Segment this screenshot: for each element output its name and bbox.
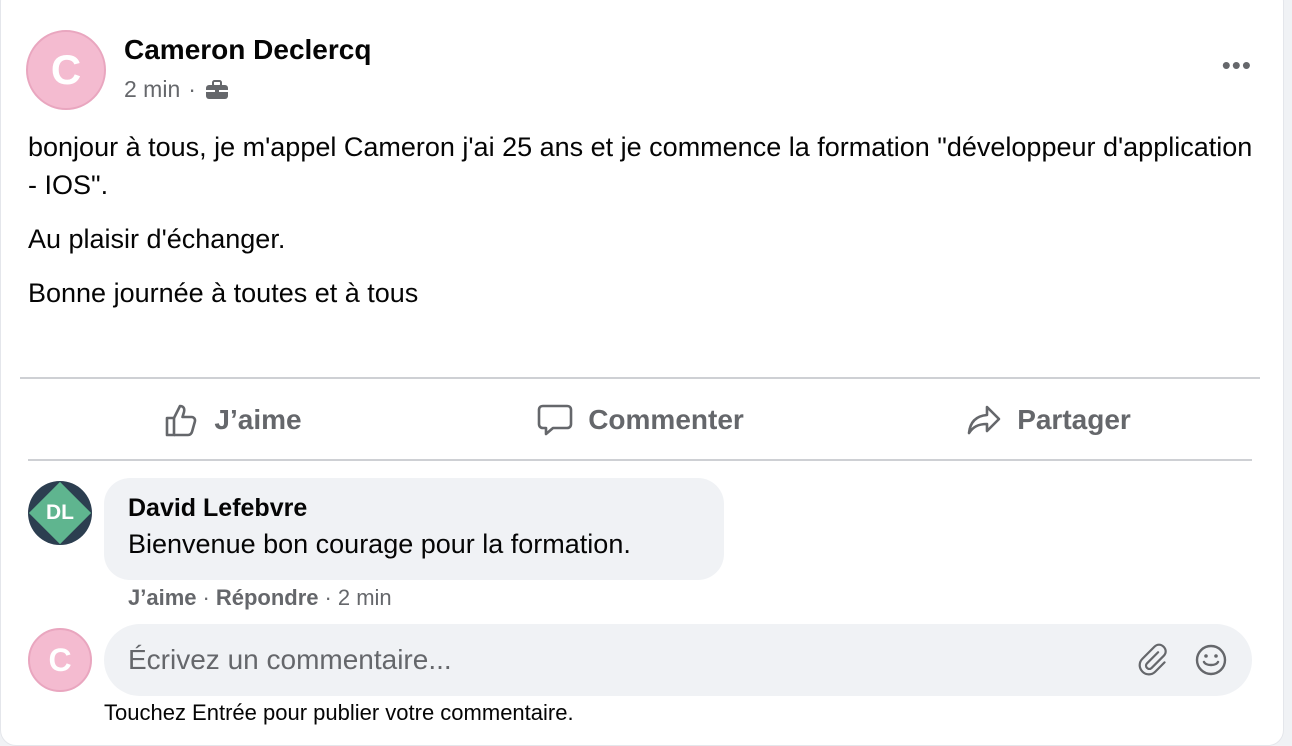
- share-button[interactable]: Partager: [844, 388, 1252, 452]
- comment-separator: ·: [324, 585, 332, 610]
- author-avatar[interactable]: C: [26, 30, 106, 110]
- comment-time[interactable]: 2 min: [338, 585, 392, 611]
- comment-actions: J’aime · Répondre · 2 min: [128, 585, 392, 611]
- comment-text: Bienvenue bon courage pour la formation.: [128, 529, 631, 559]
- actions-divider-top: [20, 377, 1260, 379]
- thumbs-up-icon: [166, 404, 197, 437]
- share-label: Partager: [1017, 404, 1131, 435]
- comment-composer: [104, 624, 1252, 696]
- composer-avatar-letter: C: [48, 641, 72, 678]
- post-actions: J’aime Commenter Partager: [28, 388, 1252, 452]
- smiley-icon[interactable]: [1194, 643, 1228, 677]
- post-paragraph: Bonne journée à toutes et à tous: [28, 278, 419, 308]
- like-label: J’aime: [214, 404, 302, 435]
- comment-bubble: David Lefebvre Bienvenue bon courage pou…: [104, 478, 724, 580]
- briefcase-icon: [204, 78, 230, 102]
- commenter-initials: DL: [46, 501, 74, 524]
- composer-avatar: C: [28, 628, 92, 692]
- actions-divider-bottom: [28, 459, 1252, 461]
- comment-button[interactable]: Commenter: [436, 388, 844, 452]
- author-avatar-letter: C: [50, 46, 82, 93]
- more-options-icon[interactable]: •••: [1222, 52, 1252, 78]
- post-time[interactable]: 2 min: [124, 76, 180, 103]
- comment-icon: [537, 404, 573, 436]
- commenter-name[interactable]: David Lefebvre: [128, 494, 700, 523]
- post-body: bonjour à tous, je m'appel Cameron j'ai …: [28, 128, 1268, 328]
- post-author-name[interactable]: Cameron Declercq: [124, 34, 371, 66]
- comment-like-link[interactable]: J’aime: [128, 585, 197, 611]
- post-meta: 2 min ·: [124, 76, 230, 103]
- comment-separator: ·: [202, 585, 210, 610]
- like-button[interactable]: J’aime: [28, 388, 436, 452]
- comment-label: Commenter: [588, 404, 744, 435]
- comment-reply-link[interactable]: Répondre: [216, 585, 319, 611]
- composer-hint: Touchez Entrée pour publier votre commen…: [104, 700, 574, 725]
- share-icon: [967, 405, 1001, 435]
- comment-input[interactable]: [128, 644, 1116, 676]
- post-paragraph: bonjour à tous, je m'appel Cameron j'ai …: [28, 132, 1253, 200]
- commenter-avatar[interactable]: DL: [28, 481, 92, 545]
- post-paragraph: Au plaisir d'échanger.: [28, 224, 286, 254]
- meta-separator: ·: [188, 76, 196, 102]
- paperclip-icon[interactable]: [1138, 643, 1172, 677]
